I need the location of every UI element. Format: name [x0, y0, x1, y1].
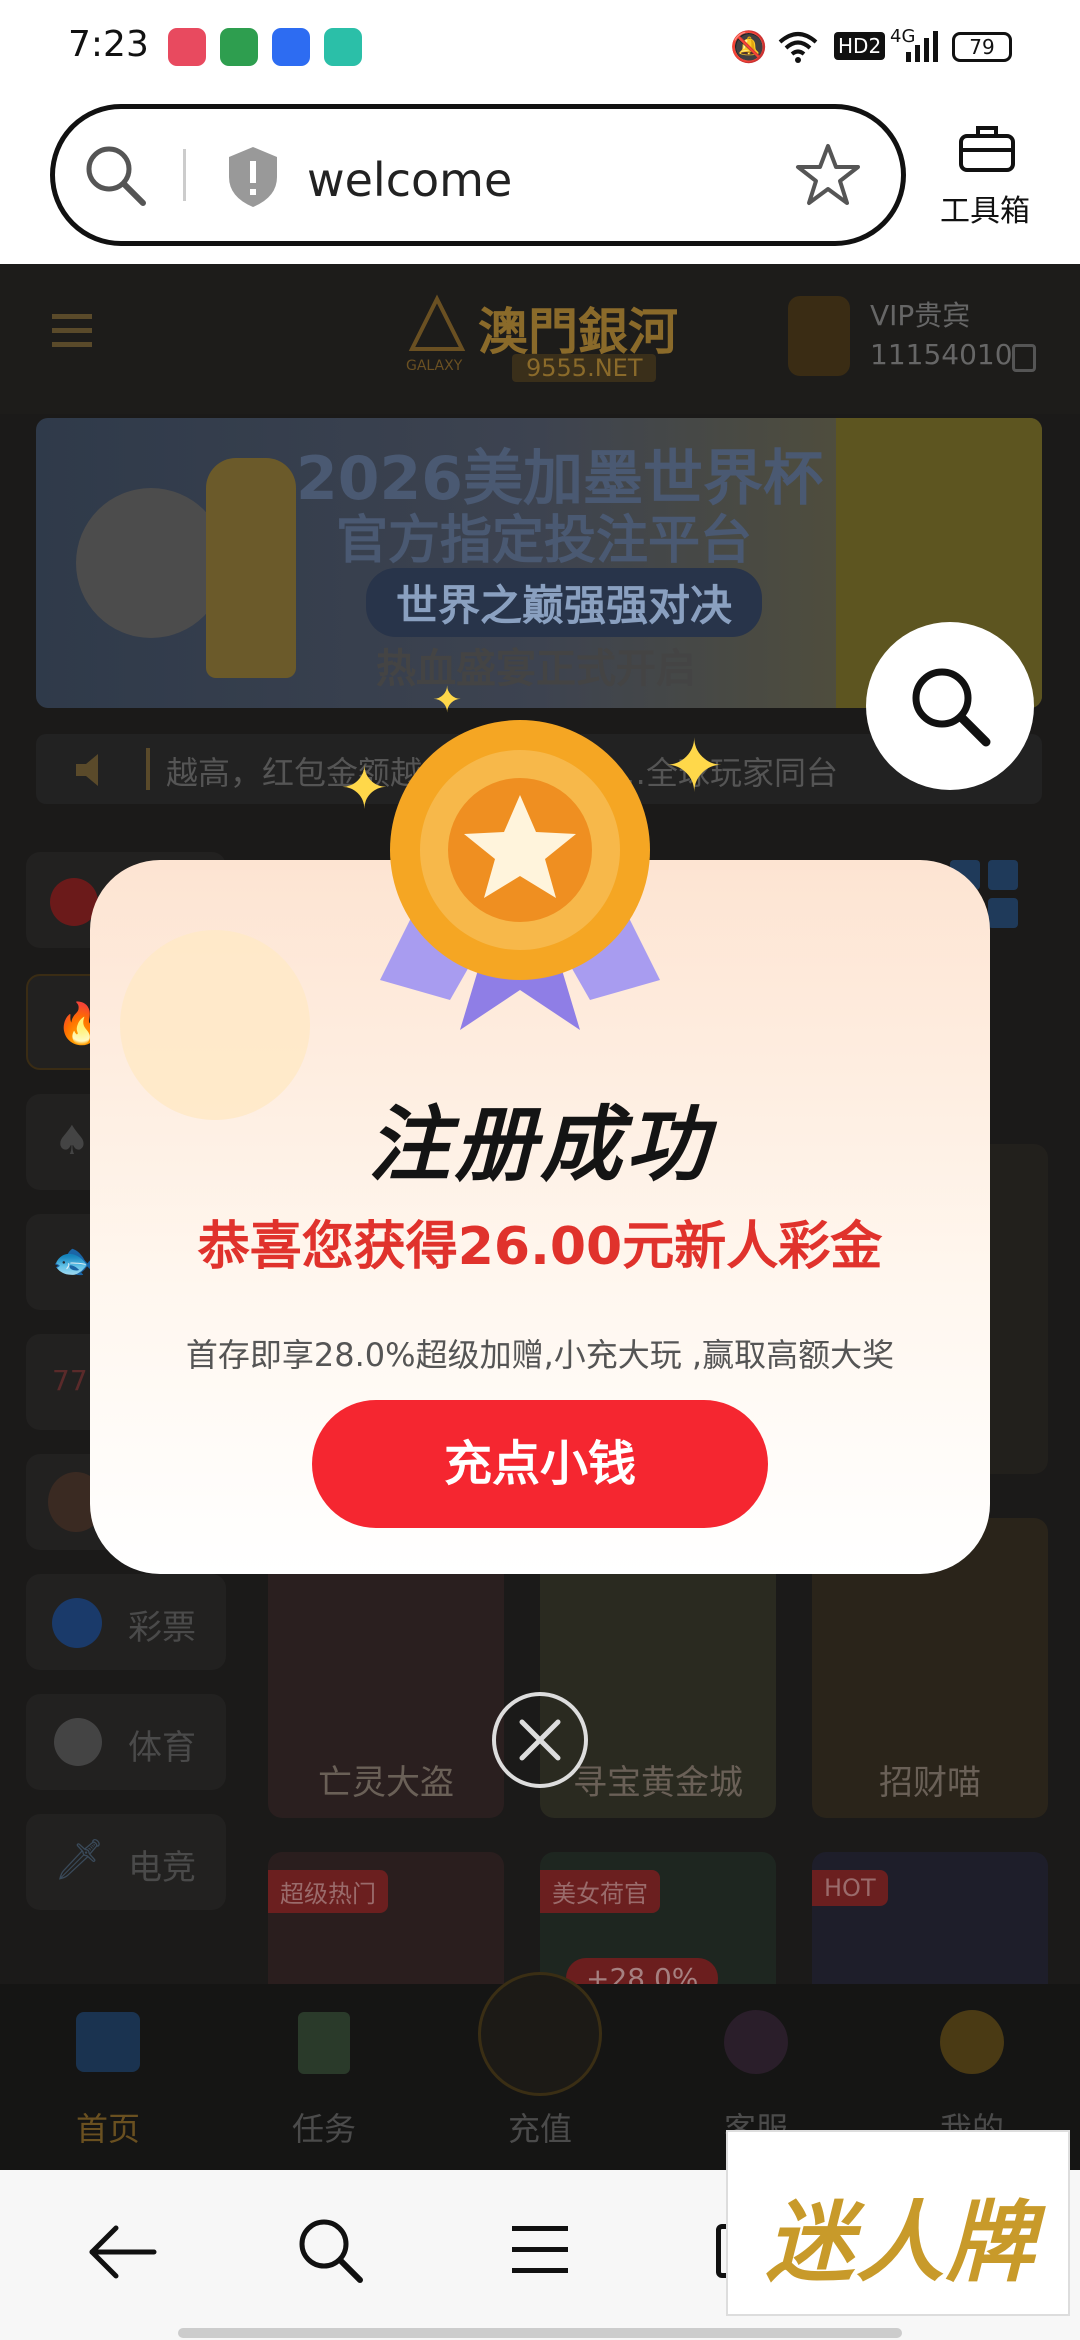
- browser-toolbar: welcome 工具箱: [0, 96, 1080, 264]
- deposit-button[interactable]: 充点小钱: [312, 1400, 768, 1528]
- wallet-icon: [478, 1972, 602, 2096]
- back-arrow-icon[interactable]: [86, 2222, 158, 2286]
- banner-tagline: 世界之巅强强对决: [366, 568, 763, 637]
- watermark-logo: 迷人牌: [726, 2130, 1070, 2316]
- modal-title: 注册成功: [368, 1098, 712, 1193]
- toolbox-icon[interactable]: [958, 124, 1016, 178]
- banner-subtitle: 官方指定投注平台: [336, 511, 753, 571]
- lottery-ball-icon: [52, 1598, 102, 1648]
- battery-indicator: 79: [952, 32, 1012, 62]
- sidebar-item-esports[interactable]: 🗡 电竞: [26, 1814, 226, 1910]
- medal-icon: [340, 680, 700, 1060]
- sidebar-item-label: 彩票: [128, 1608, 196, 1648]
- trophy-icon: [206, 458, 296, 678]
- search-icon: [912, 668, 991, 747]
- sword-icon: 🗡: [54, 1837, 105, 1883]
- game-tile-name: 亡灵大盗: [318, 1763, 454, 1803]
- status-bar: 7:23 🔕 HD2 4G 79: [0, 0, 1080, 96]
- app-notification-icon: [324, 28, 362, 66]
- wifi-icon: [778, 30, 818, 72]
- app-notification-icon: [168, 28, 206, 66]
- hd-icon: HD2: [834, 32, 886, 60]
- vip-badge-icon[interactable]: [788, 296, 850, 376]
- game-tile-badge: 美女荷官: [540, 1870, 660, 1913]
- game-tile-badge: HOT: [812, 1870, 888, 1906]
- logo-sub-text: GALAXY: [406, 358, 463, 374]
- modal-bonus-text: 恭喜您获得26.00元新人彩金: [197, 1217, 883, 1277]
- divider: [146, 748, 150, 790]
- sidebar-item-label: 电竞: [128, 1848, 196, 1888]
- copy-icon[interactable]: [1012, 344, 1036, 372]
- site-url-badge: 9555.NET: [512, 354, 657, 382]
- divider: [183, 149, 186, 201]
- nav-label: 首页: [75, 2110, 140, 2148]
- clipboard-icon: [298, 2012, 350, 2074]
- nav-item-home[interactable]: 首页: [28, 1984, 188, 2170]
- sidebar-item-lottery[interactable]: 彩票: [26, 1574, 226, 1670]
- game-tile[interactable]: 超级热门: [268, 1852, 504, 2002]
- search-icon[interactable]: [83, 143, 147, 211]
- floating-search-button[interactable]: [866, 622, 1034, 790]
- poker-cards-icon: ♠: [54, 1118, 90, 1164]
- app-notification-icon: [220, 28, 258, 66]
- menu-icon[interactable]: [52, 314, 92, 352]
- sparkle-icon: ✦: [664, 724, 725, 808]
- vip-label: VIP贵宾: [870, 299, 971, 332]
- menu-icon[interactable]: [512, 2222, 568, 2282]
- close-icon: [519, 1719, 561, 1761]
- headset-icon: [724, 2010, 788, 2074]
- app-notification-icon: [272, 28, 310, 66]
- search-icon[interactable]: [296, 2216, 366, 2290]
- sparkle-icon: ✦: [340, 754, 389, 822]
- nav-label: 充值: [507, 2110, 572, 2148]
- soccer-ball-icon: [54, 1718, 102, 1766]
- smiley-avatar-icon: [940, 2010, 1004, 2074]
- address-bar[interactable]: welcome: [50, 104, 906, 246]
- url-text[interactable]: welcome: [307, 153, 512, 207]
- game-tile-name: 招财喵: [879, 1763, 981, 1803]
- signal-icon: [906, 30, 938, 70]
- game-tile-badge: 超级热门: [268, 1870, 388, 1913]
- sidebar-item-sports[interactable]: 体育: [26, 1694, 226, 1790]
- modal-description: 首存即享28.0%超级加赠,小充大玩 ,赢取高额大奖: [185, 1336, 895, 1374]
- close-modal-button[interactable]: [492, 1692, 588, 1788]
- toolbox-label[interactable]: 工具箱: [940, 186, 1030, 230]
- user-id: 11154010: [870, 338, 1013, 371]
- nav-label: 任务: [291, 2110, 356, 2148]
- speaker-icon: [72, 750, 112, 794]
- game-tile[interactable]: HOT: [812, 1852, 1048, 2002]
- sparkle-icon: ✦: [432, 680, 463, 721]
- nav-item-deposit[interactable]: 充值: [460, 1972, 620, 2170]
- watermark-text: 迷人牌: [766, 2191, 1037, 2294]
- nav-item-tasks[interactable]: 任务: [244, 1984, 404, 2170]
- sidebar-item-label: 体育: [128, 1728, 196, 1768]
- status-time: 7:23: [68, 24, 149, 65]
- shield-icon[interactable]: [225, 145, 281, 213]
- home-icon: [76, 2012, 140, 2072]
- galaxy-logo-emblem: GALAXY: [402, 294, 472, 374]
- site-header: GALAXY 澳門銀河 9555.NET VIP贵宾 11154010: [0, 264, 1080, 414]
- home-indicator[interactable]: [178, 2328, 902, 2338]
- bookmark-star-icon[interactable]: [795, 143, 861, 211]
- mute-icon: 🔕: [730, 30, 768, 65]
- soccer-ball-icon: [76, 488, 226, 638]
